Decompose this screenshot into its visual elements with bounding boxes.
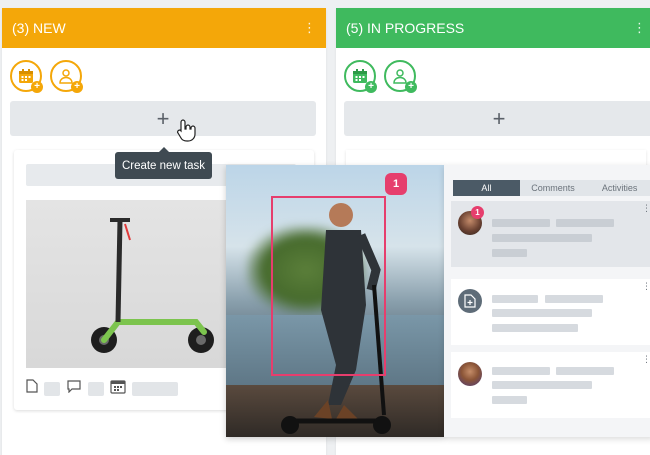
text-line [556, 367, 614, 375]
plus-icon: + [156, 105, 170, 131]
column-header-new: (3) NEW ⋮ [2, 8, 326, 48]
user-add-icon[interactable]: + [384, 60, 417, 93]
item-menu-icon[interactable]: ⋮ [642, 204, 650, 213]
comment-icon [66, 379, 82, 398]
activity-item[interactable]: 1 ⋮ [451, 201, 650, 267]
item-menu-icon[interactable]: ⋮ [642, 355, 650, 364]
add-badge-icon: + [71, 81, 83, 93]
text-line [492, 295, 538, 303]
user-add-icon[interactable]: + [50, 60, 83, 93]
comment-count [88, 381, 104, 396]
tab-comments[interactable]: Comments [520, 180, 587, 196]
calendar-add-icon[interactable]: + [10, 60, 43, 93]
add-badge-icon: + [365, 81, 377, 93]
tab-activities[interactable]: Activities [586, 180, 650, 196]
column-title-in-progress: (5) IN PROGRESS [346, 20, 465, 36]
panel-tabs: All Comments Activities [453, 180, 650, 196]
attachment-count [44, 381, 60, 396]
add-file-icon [458, 289, 482, 313]
notification-badge: 1 [471, 206, 484, 219]
add-task-button[interactable]: + [10, 101, 316, 136]
item-menu-icon[interactable]: ⋮ [642, 282, 650, 291]
tooltip-create-task: Create new task [115, 147, 212, 179]
calendar-add-icon[interactable]: + [344, 60, 377, 93]
text-line [492, 396, 527, 404]
text-line [492, 324, 578, 332]
task-meta [26, 378, 178, 399]
avatar [458, 362, 482, 386]
calendar-icon [110, 378, 126, 399]
text-line [492, 367, 550, 375]
column-actions-in-progress: + + [344, 60, 417, 93]
text-line [556, 219, 614, 227]
column-menu-icon[interactable]: ⋮ [633, 20, 646, 36]
column-header-in-progress: (5) IN PROGRESS ⋮ [336, 8, 650, 48]
add-task-button[interactable]: + [344, 101, 650, 136]
text-line [492, 234, 592, 242]
due-date-placeholder [132, 381, 178, 396]
tab-all[interactable]: All [453, 180, 520, 196]
add-badge-icon: + [31, 81, 43, 93]
column-menu-icon[interactable]: ⋮ [303, 20, 316, 36]
hand-cursor-icon [176, 118, 198, 147]
text-line [492, 219, 550, 227]
annotation-image[interactable] [226, 165, 444, 437]
text-line [492, 381, 592, 389]
text-line [492, 249, 527, 257]
document-icon [26, 379, 38, 398]
annotation-badge[interactable]: 1 [385, 173, 407, 195]
column-title-new: (3) NEW [12, 20, 66, 36]
add-badge-icon: + [405, 81, 417, 93]
plus-icon: + [492, 105, 506, 131]
bounding-box[interactable] [271, 196, 386, 376]
activity-panel: All Comments Activities 1 ⋮ ⋮ ⋮ [444, 165, 650, 437]
column-actions-new: + + [10, 60, 83, 93]
text-line [545, 295, 603, 303]
text-line [492, 309, 592, 317]
activity-item[interactable]: ⋮ [451, 279, 650, 345]
task-image-scooter [26, 200, 236, 368]
activity-item[interactable]: ⋮ [451, 352, 650, 418]
